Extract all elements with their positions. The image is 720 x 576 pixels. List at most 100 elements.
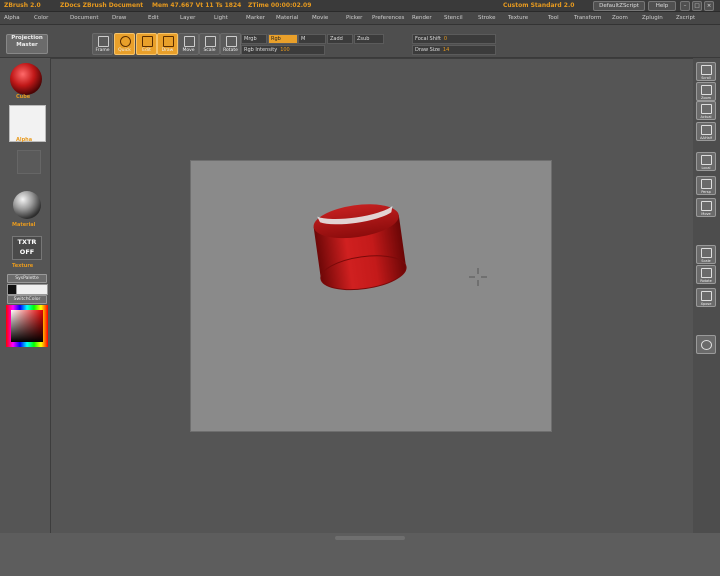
menu-item[interactable]: Material	[276, 15, 298, 21]
top-shelf: Projection Master Frame Quick Edit Draw Move…	[0, 25, 720, 58]
close-button[interactable]: ×	[704, 1, 714, 11]
tool-label: Cube	[16, 94, 31, 100]
rotate-icon	[226, 36, 237, 47]
menu-item[interactable]: Marker	[246, 15, 265, 21]
maximize-button[interactable]: □	[692, 1, 702, 11]
tool-button-label: Move	[182, 48, 195, 53]
menu-item[interactable]: Layer	[180, 15, 195, 21]
right-tray-button-label: Zoom	[700, 96, 712, 100]
tool-button-draw[interactable]: Draw	[157, 33, 178, 55]
menu-item[interactable]: Transform	[574, 15, 601, 21]
syspalette-button[interactable]: SysPalette	[7, 274, 47, 283]
rgb-button[interactable]: Rgb	[268, 34, 298, 44]
menu-item[interactable]: Movie	[312, 15, 328, 21]
draw-size-slider[interactable]: Draw Size 14	[412, 45, 496, 55]
right-tray-button-scroll[interactable]: Scroll	[696, 62, 716, 81]
focal-shift-slider[interactable]: Focal Shift 0	[412, 34, 496, 44]
actual-icon	[701, 104, 712, 114]
texture-off-button[interactable]: TXTR OFF	[12, 236, 42, 260]
document-canvas[interactable]	[190, 160, 552, 432]
menu-item[interactable]: Alpha	[4, 15, 20, 21]
bottom-tray	[0, 533, 720, 576]
tool-button-scale[interactable]: Scale	[199, 33, 220, 55]
default-zscript-button[interactable]: DefaultZScript	[593, 1, 645, 11]
quick-icon	[120, 36, 131, 47]
edit-icon	[142, 36, 153, 47]
right-tray-button-label: Actual	[700, 115, 712, 119]
material-sphere-icon	[13, 191, 41, 219]
right-tray-button-local[interactable]: Local	[696, 152, 716, 171]
menu-item[interactable]: Zoom	[612, 15, 628, 21]
current-tool-thumbnail[interactable]	[9, 62, 43, 96]
switch-color-button[interactable]: SwitchColor	[7, 295, 47, 304]
tool-button-move[interactable]: Move	[178, 33, 199, 55]
right-tray-button-label: Xpose	[700, 302, 712, 306]
right-tray-button-rotate[interactable]: Rotate	[696, 265, 716, 284]
material-label: Material	[12, 222, 36, 228]
zoom-icon	[701, 85, 712, 95]
scale-icon	[205, 36, 216, 47]
tool-button-label: Draw	[161, 48, 174, 53]
menu-item[interactable]: Texture	[508, 15, 528, 21]
material-thumbnail[interactable]	[12, 190, 42, 220]
cylinder-model	[313, 204, 407, 291]
rgb-intensity-slider[interactable]: Rgb Intensity 100	[241, 45, 325, 55]
menu-item[interactable]: Stencil	[444, 15, 463, 21]
right-tray-button-label: Move	[701, 212, 711, 216]
bottom-tray-handle[interactable]	[335, 536, 405, 540]
right-tray-button-xpose[interactable]: Xpose	[696, 288, 716, 307]
menu-item[interactable]: Picker	[346, 15, 362, 21]
right-tray: Scroll Zoom Actual AAHalf Local Persp Move Scal…	[693, 58, 720, 538]
projection-master-button[interactable]: Projection Master	[6, 34, 48, 54]
draw-icon	[163, 36, 174, 47]
m-button[interactable]: M	[298, 34, 326, 44]
tool-button-label: Edit	[142, 48, 151, 53]
help-button[interactable]: Help	[648, 1, 676, 11]
right-tray-button-label: Rotate	[700, 279, 712, 283]
minimize-button[interactable]: –	[680, 1, 690, 11]
move-icon	[701, 201, 712, 211]
zadd-button[interactable]: Zadd	[327, 34, 353, 44]
right-tray-button-scale[interactable]: Scale	[696, 245, 716, 264]
menu-item[interactable]: Render	[412, 15, 432, 21]
right-tray-button-move[interactable]: Move	[696, 198, 716, 217]
custom-ui-label: Custom Standard 2.0	[503, 2, 575, 9]
menu-item[interactable]: Stroke	[478, 15, 496, 21]
left-tray: Cube Alpha Material TXTR OFF Texture Sys…	[0, 58, 50, 538]
scale-icon	[701, 248, 712, 258]
crosshair-cursor-icon	[469, 268, 487, 286]
menu-item[interactable]: Light	[214, 15, 228, 21]
mrgb-button[interactable]: Mrgb	[241, 34, 267, 44]
menu-item[interactable]: Edit	[148, 15, 159, 21]
alpha-label: Alpha	[16, 137, 33, 143]
right-tray-button-aahalf[interactable]: AAHalf	[696, 122, 716, 141]
menu-item[interactable]: Preferences	[372, 15, 404, 21]
stroke-thumbnail[interactable]	[17, 150, 41, 174]
right-tray-button-persp[interactable]: Persp	[696, 176, 716, 195]
menu-item[interactable]: Zplugin	[642, 15, 663, 21]
right-tray-button-label: Scale	[701, 259, 711, 263]
tool-button-label: Quick	[118, 48, 131, 53]
time-readout: ZTime 00:00:02.09	[248, 2, 312, 9]
color-saturation-square[interactable]	[11, 310, 43, 342]
main-menu-bar: Alpha Color Document Draw Edit Layer Light Mark…	[0, 12, 720, 25]
right-tray-button-camera[interactable]	[696, 335, 716, 354]
tool-button-edit[interactable]: Edit	[136, 33, 157, 55]
menu-item[interactable]: Draw	[112, 15, 126, 21]
tool-button-quick[interactable]: Quick	[114, 33, 135, 55]
tool-button-frame[interactable]: Frame	[92, 33, 113, 55]
right-tray-button-actual[interactable]: Actual	[696, 101, 716, 120]
frame-icon	[98, 36, 109, 47]
secondary-color-swatch[interactable]	[16, 284, 48, 295]
zsub-button[interactable]: Zsub	[354, 34, 384, 44]
menu-item[interactable]: Zscript	[676, 15, 695, 21]
right-tray-button-zoom[interactable]: Zoom	[696, 82, 716, 101]
menu-item[interactable]: Tool	[548, 15, 559, 21]
color-picker[interactable]	[6, 305, 48, 347]
tool-button-rotate[interactable]: Rotate	[220, 33, 241, 55]
persp-icon	[701, 179, 712, 189]
menu-item[interactable]: Document	[70, 15, 99, 21]
camera-icon	[701, 340, 712, 350]
tool-button-label: Frame	[95, 48, 110, 53]
menu-item[interactable]: Color	[34, 15, 48, 21]
